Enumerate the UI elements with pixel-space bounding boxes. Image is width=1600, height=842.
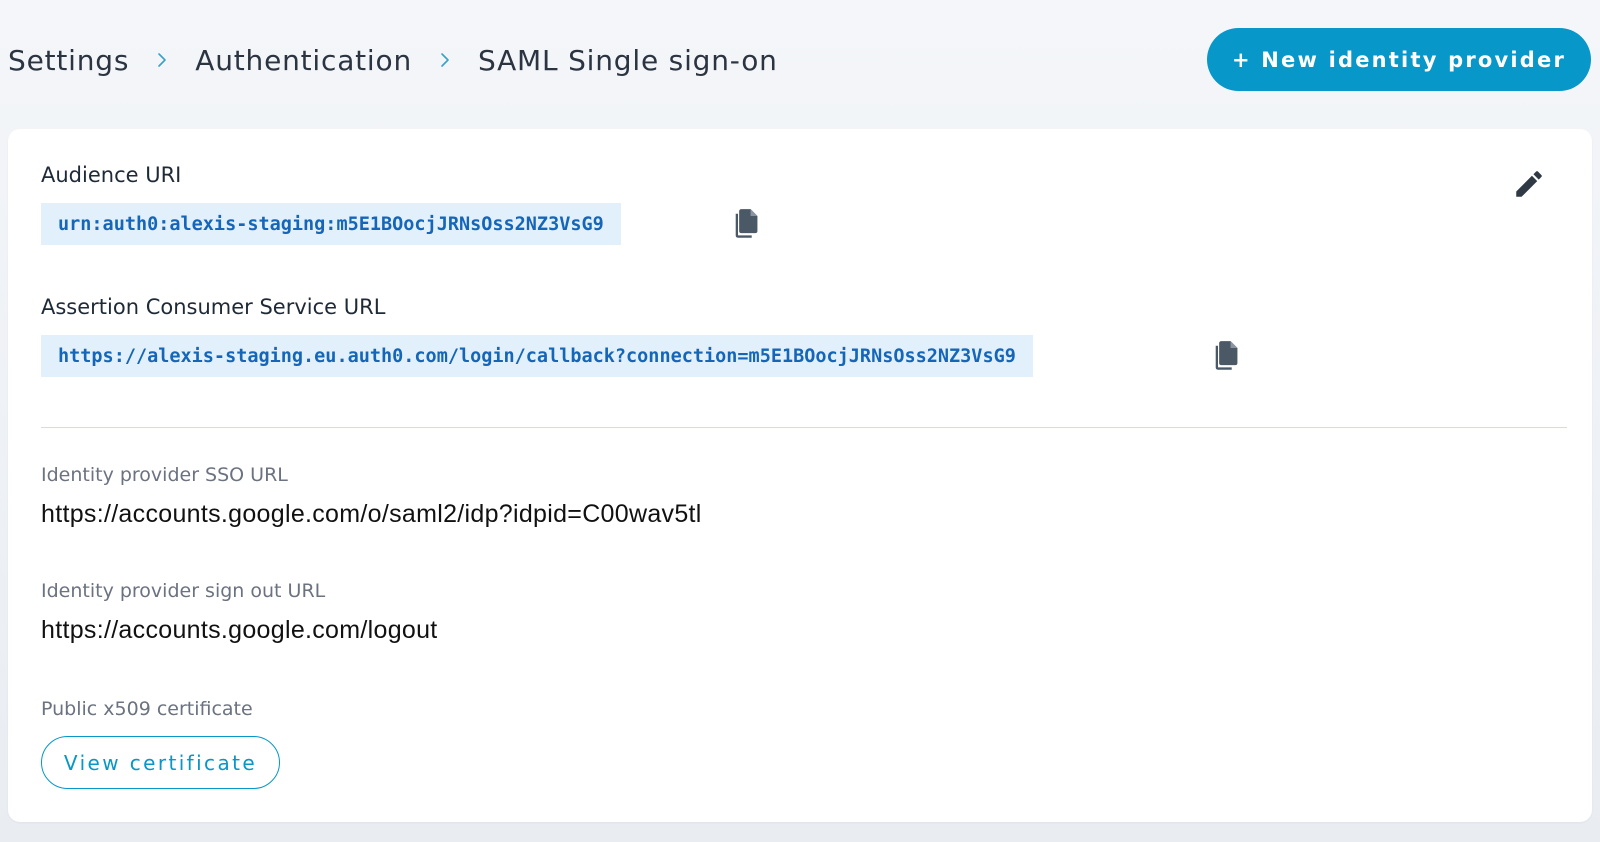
acs-url-value: https://alexis-staging.eu.auth0.com/logi…: [41, 335, 1033, 377]
breadcrumb-item-settings[interactable]: Settings: [8, 44, 129, 77]
pencil-icon[interactable]: [1510, 165, 1548, 203]
chevron-right-icon: [412, 38, 478, 82]
sso-url-label: Identity provider SSO URL: [41, 464, 288, 486]
breadcrumb-item-authentication[interactable]: Authentication: [195, 44, 412, 77]
audience-uri-value: urn:auth0:alexis-staging:m5E1BOocjJRNsOs…: [41, 203, 621, 245]
copy-icon[interactable]: [1211, 339, 1241, 373]
page-header: Settings Authentication SAML Single sign…: [0, 0, 1600, 128]
signout-url-label: Identity provider sign out URL: [41, 580, 326, 602]
breadcrumb: Settings Authentication SAML Single sign…: [8, 38, 778, 82]
audience-uri-label: Audience URI: [41, 163, 182, 187]
breadcrumb-item-current: SAML Single sign-on: [478, 43, 778, 77]
copy-icon[interactable]: [731, 207, 761, 241]
signout-url-value: https://accounts.google.com/logout: [41, 616, 438, 644]
section-divider: [41, 427, 1567, 428]
view-certificate-button[interactable]: View certificate: [41, 736, 280, 789]
new-identity-provider-button[interactable]: + New identity provider: [1207, 28, 1591, 91]
chevron-right-icon: [129, 38, 195, 82]
sso-url-value: https://accounts.google.com/o/saml2/idp?…: [41, 500, 702, 528]
certificate-label: Public x509 certificate: [41, 698, 253, 720]
acs-url-label: Assertion Consumer Service URL: [41, 295, 386, 319]
saml-settings-card: Audience URI urn:auth0:alexis-staging:m5…: [8, 129, 1592, 822]
